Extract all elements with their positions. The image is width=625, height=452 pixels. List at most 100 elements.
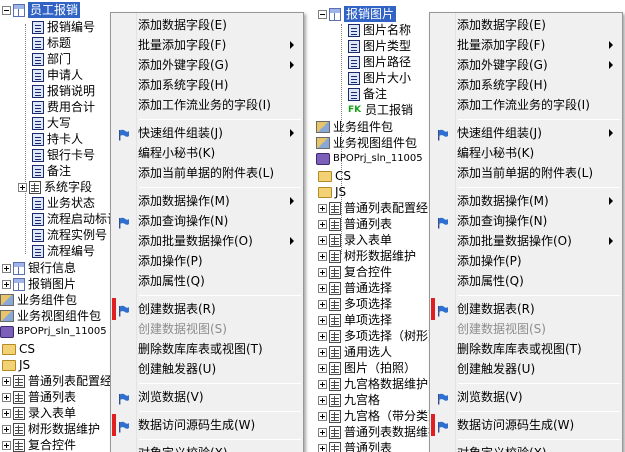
tree-node[interactable]: 多项选择（树形）	[318, 328, 440, 344]
tree-node[interactable]: 备注	[32, 163, 71, 179]
tree-node[interactable]: 报销图片	[2, 276, 76, 292]
tree-node[interactable]: 大写	[32, 115, 71, 131]
tree-node[interactable]: 业务视图组件包	[0, 308, 101, 324]
menu-item[interactable]: 对象定义校验(X)	[113, 443, 301, 452]
tree-node[interactable]: JS	[318, 184, 346, 200]
menu-item[interactable]: 添加系统字段(H)	[113, 75, 301, 95]
tree-node[interactable]: 复合控件	[2, 437, 76, 452]
menu-item[interactable]: 创建数据表(R)	[431, 298, 620, 320]
tree-node[interactable]: 九宫格（带分类）	[318, 408, 440, 424]
menu-item[interactable]: 快速组件组装(J)	[113, 123, 301, 143]
menu-item[interactable]: 删除数库库表或视图(T)	[432, 339, 620, 359]
tree-node[interactable]: 普通列表数据维护	[318, 424, 440, 440]
tree-node[interactable]: 图片路径	[348, 54, 411, 70]
tree-node[interactable]: 报销说明	[32, 83, 95, 99]
expand-icon[interactable]	[2, 424, 11, 434]
menu-item[interactable]: 批量添加字段(F)	[113, 35, 301, 55]
tree-node[interactable]: 九宫格	[318, 392, 380, 408]
tree-node[interactable]: 流程实例号	[32, 227, 107, 243]
tree-node[interactable]: BPOPrj_sln_11005	[316, 151, 423, 167]
expand-icon[interactable]	[318, 219, 327, 229]
tree-node[interactable]: 员工报销	[2, 2, 81, 18]
tree-node[interactable]: 普通选择	[318, 280, 392, 296]
tree-node[interactable]: 报销图片	[318, 6, 397, 22]
menu-item[interactable]: 创建数据表(R)	[112, 298, 301, 320]
tree-node[interactable]: 普通列表	[2, 389, 76, 405]
tree-node[interactable]: 树形数据维护	[318, 248, 416, 264]
menu-item[interactable]: 创建触发器(U)	[432, 359, 620, 379]
menu-item[interactable]: 添加外键字段(G)	[113, 55, 301, 75]
menu-item[interactable]: 添加系统字段(H)	[432, 75, 620, 95]
tree-node[interactable]: 部门	[32, 51, 71, 67]
menu-item[interactable]: 编程小秘书(K)	[113, 143, 301, 163]
expand-icon[interactable]	[318, 347, 327, 357]
tree-node[interactable]: 普通列表配置经	[2, 373, 112, 389]
expand-icon[interactable]	[318, 283, 327, 293]
menu-item[interactable]: 创建触发器(U)	[113, 359, 301, 379]
expand-icon[interactable]	[318, 267, 327, 277]
tree-node[interactable]: 录入表单	[318, 232, 392, 248]
tree-node[interactable]: CS	[2, 341, 35, 357]
menu-item[interactable]: 添加操作(P)	[432, 251, 620, 271]
expand-icon[interactable]	[318, 411, 327, 421]
menu-item[interactable]: 添加当前单据的附件表(L)	[113, 163, 301, 183]
tree-node[interactable]: 报销编号	[32, 19, 95, 35]
menu-item[interactable]: 添加数据操作(M)	[432, 191, 620, 211]
tree-node[interactable]: 普通列表	[318, 440, 392, 452]
menu-item[interactable]: 数据访问源码生成(W)	[431, 414, 620, 436]
menu-item[interactable]: 快速组件组装(J)	[432, 123, 620, 143]
tree-node[interactable]: FK 员工报销	[348, 102, 413, 118]
menu-item[interactable]: 添加查询操作(N)	[113, 211, 301, 231]
expand-icon[interactable]	[2, 440, 11, 450]
menu-item[interactable]: 添加工作流业务的字段(I)	[432, 95, 620, 115]
expand-icon[interactable]	[2, 392, 11, 402]
tree-node[interactable]: 业务组件包	[0, 292, 77, 308]
expand-icon[interactable]	[2, 279, 11, 289]
tree-node[interactable]: 图片类型	[348, 38, 411, 54]
menu-item[interactable]: 添加批量数据操作(O)	[432, 231, 620, 251]
tree-node[interactable]: 单项选择	[318, 312, 392, 328]
menu-item[interactable]: 添加批量数据操作(O)	[113, 231, 301, 251]
menu-item[interactable]: 添加查询操作(N)	[432, 211, 620, 231]
expand-icon[interactable]	[18, 182, 27, 192]
tree-node[interactable]: 多项选择	[318, 296, 392, 312]
menu-item[interactable]: 对象定义校验(X)	[432, 443, 620, 452]
tree-node[interactable]: 标题	[32, 35, 71, 51]
collapse-icon[interactable]	[318, 9, 327, 19]
tree-node[interactable]: 系统字段	[18, 179, 92, 195]
collapse-icon[interactable]	[2, 5, 11, 15]
tree-node[interactable]: 银行卡号	[32, 147, 95, 163]
menu-item[interactable]: 浏览数据(V)	[113, 387, 301, 407]
expand-icon[interactable]	[318, 363, 327, 373]
tree-node[interactable]: 九宫格数据维护	[318, 376, 428, 392]
expand-icon[interactable]	[2, 263, 11, 273]
tree-node[interactable]: 录入表单	[2, 405, 76, 421]
menu-item[interactable]: 数据访问源码生成(W)	[112, 414, 301, 436]
menu-item[interactable]: 批量添加字段(F)	[432, 35, 620, 55]
tree-node[interactable]: 持卡人	[32, 131, 83, 147]
expand-icon[interactable]	[318, 235, 327, 245]
tree-node[interactable]: 申请人	[32, 67, 83, 83]
tree-node[interactable]: 流程启动标记	[32, 211, 119, 227]
tree-node[interactable]: 业务组件包	[316, 119, 393, 135]
expand-icon[interactable]	[318, 203, 327, 213]
tree-node[interactable]: 通用选人	[318, 344, 392, 360]
tree-node[interactable]: 普通列表配置经	[318, 200, 428, 216]
menu-item[interactable]: 添加操作(P)	[113, 251, 301, 271]
expand-icon[interactable]	[318, 427, 327, 437]
menu-item[interactable]: 添加数据字段(E)	[113, 15, 301, 35]
menu-item[interactable]: 添加工作流业务的字段(I)	[113, 95, 301, 115]
tree-node[interactable]: 流程编号	[32, 243, 95, 259]
tree-node[interactable]: 业务视图组件包	[316, 135, 417, 151]
tree-node[interactable]: 复合控件	[318, 264, 392, 280]
tree-node[interactable]: 费用合计	[32, 99, 95, 115]
tree-node[interactable]: 树形数据维护	[2, 421, 100, 437]
menu-item[interactable]: 添加数据操作(M)	[113, 191, 301, 211]
expand-icon[interactable]	[318, 299, 327, 309]
tree-node[interactable]: 备注	[348, 86, 387, 102]
tree-node[interactable]: 图片大小	[348, 70, 411, 86]
menu-item[interactable]: 编程小秘书(K)	[432, 143, 620, 163]
tree-node[interactable]: CS	[318, 168, 351, 184]
tree-node[interactable]: 图片（拍照）	[318, 360, 416, 376]
tree-node[interactable]: 银行信息	[2, 260, 76, 276]
